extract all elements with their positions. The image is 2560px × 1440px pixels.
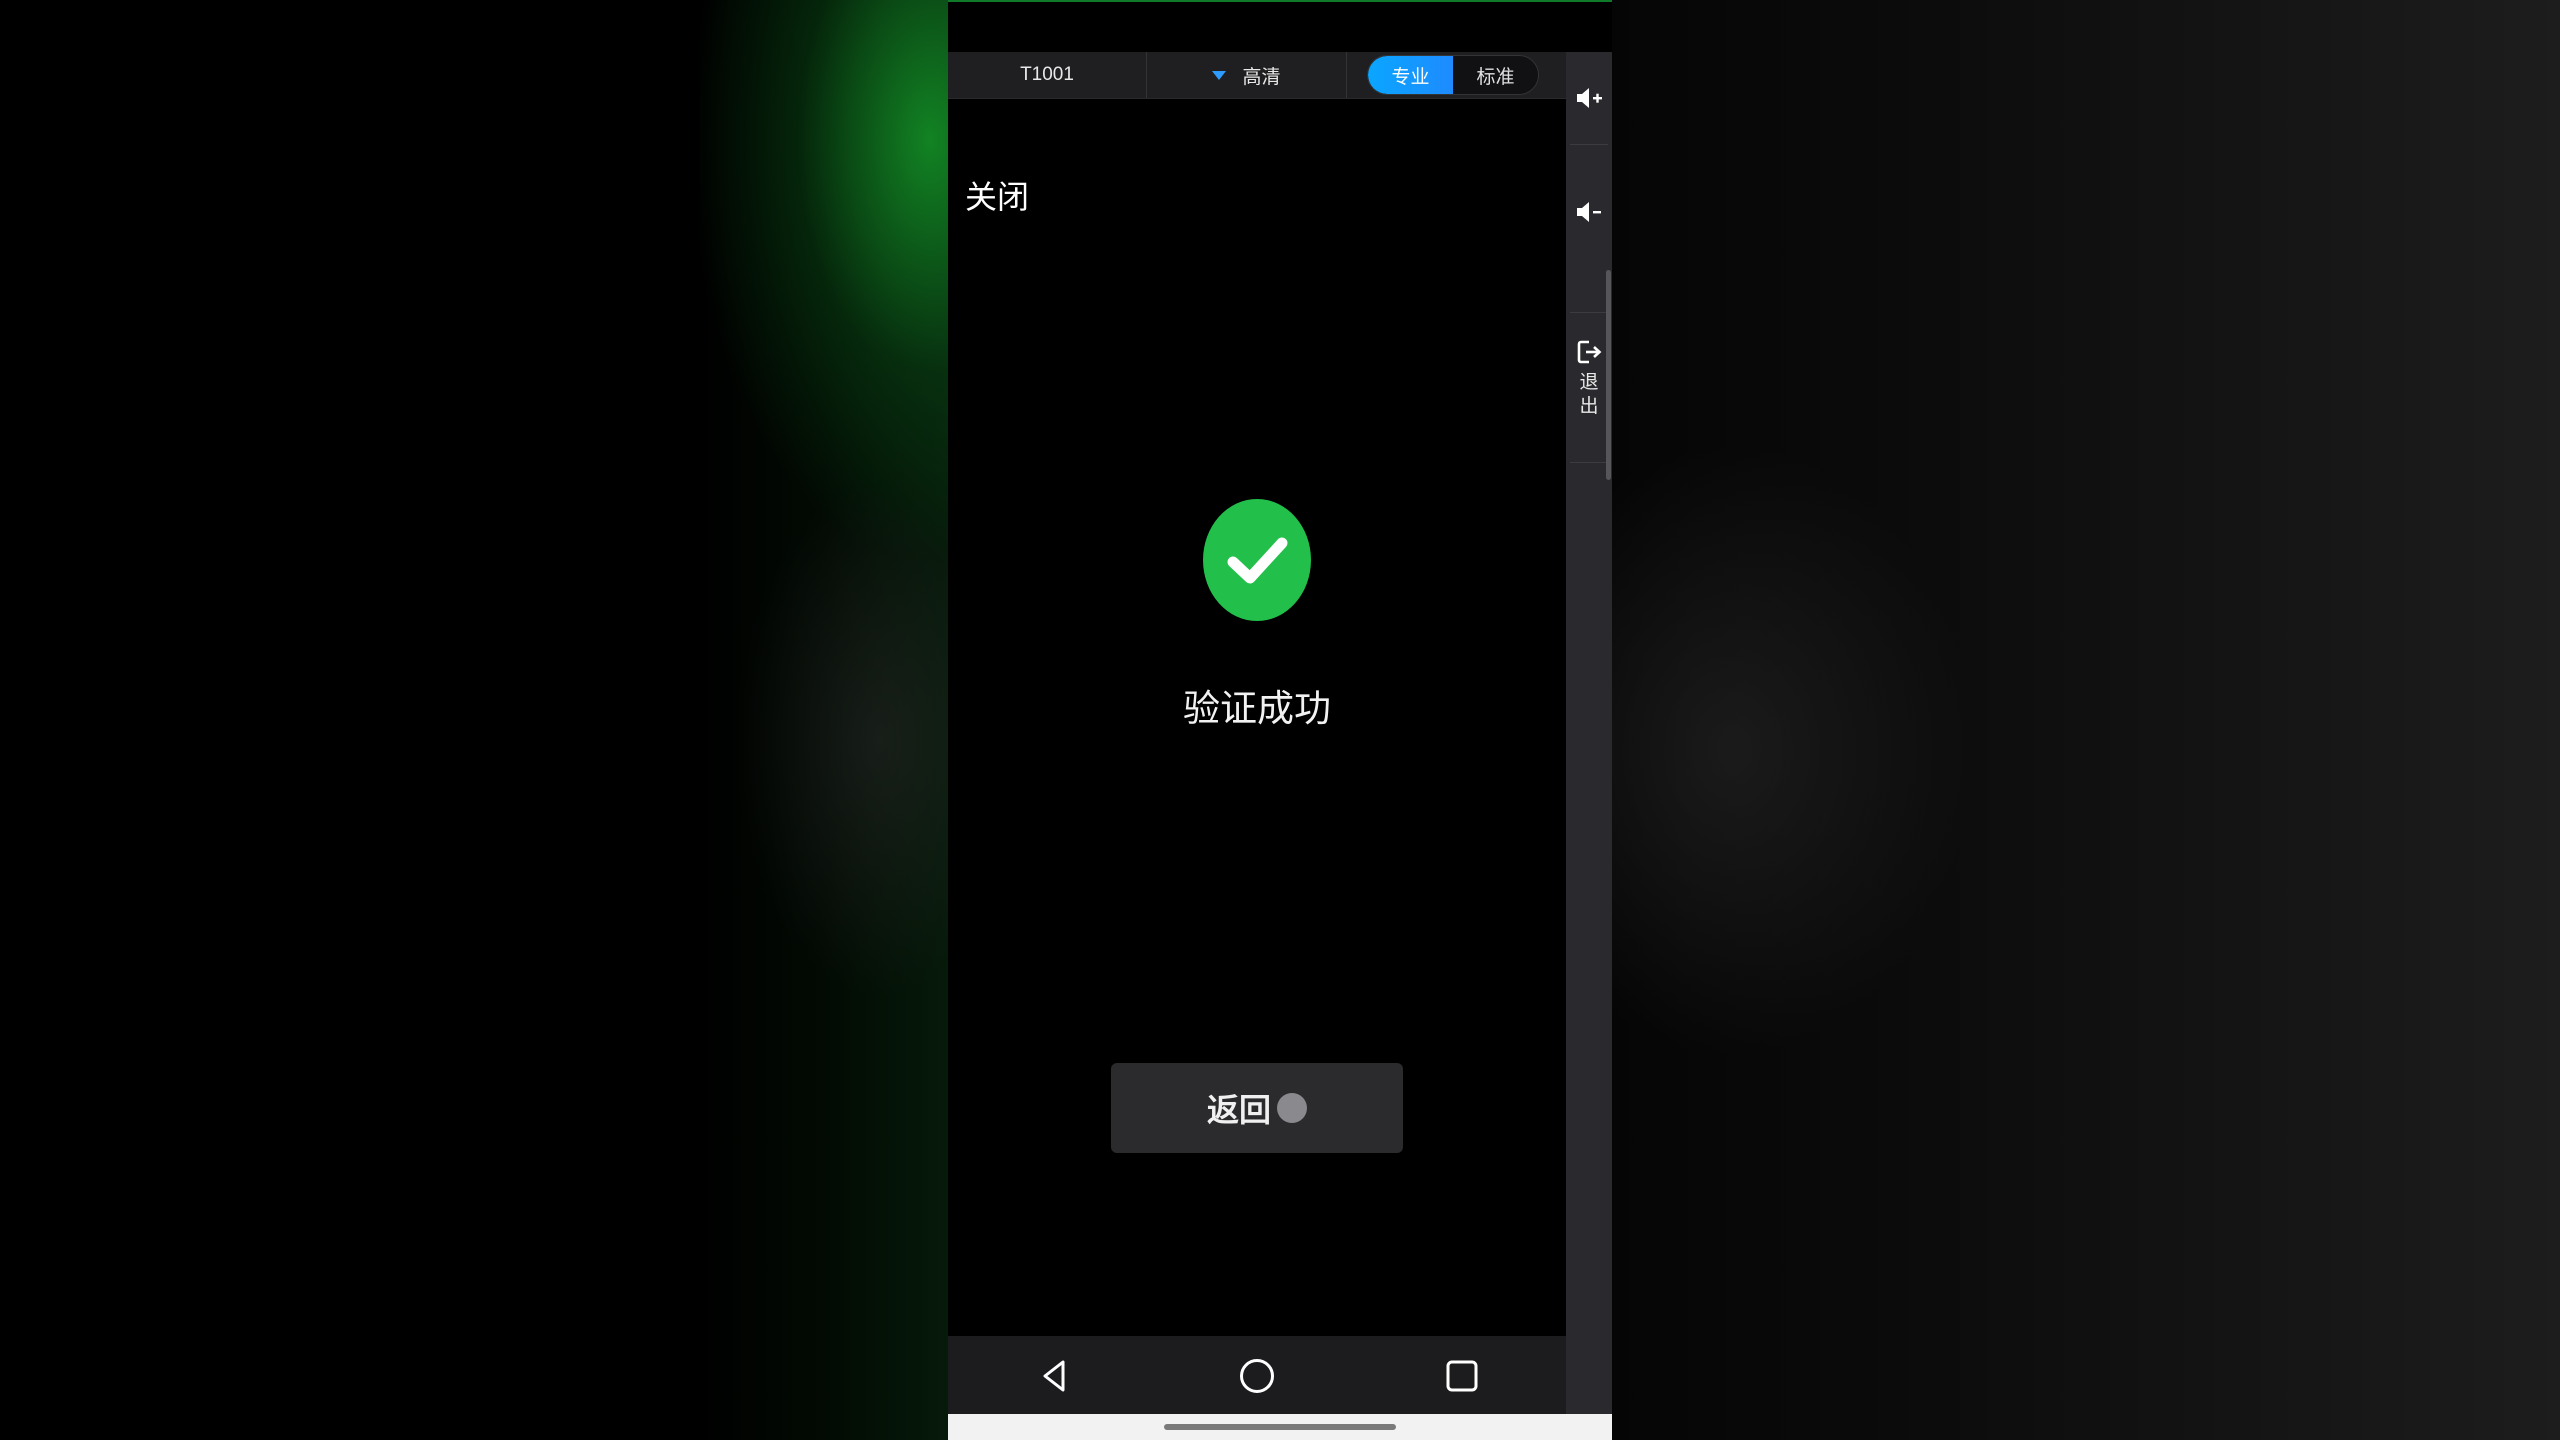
background-glow-right <box>1612 300 2312 1200</box>
circle-home-icon <box>1240 1359 1274 1393</box>
touch-indicator <box>1277 1093 1307 1123</box>
exit-label-line1: 退 <box>1579 371 1599 393</box>
exit-icon <box>1577 340 1602 364</box>
square-recents-icon <box>1446 1360 1478 1392</box>
quality-selector[interactable]: 高清 <box>1147 52 1347 98</box>
check-circle-icon <box>1202 498 1312 622</box>
system-navigation-bar <box>948 1336 1566 1414</box>
home-indicator[interactable] <box>1164 1424 1396 1430</box>
quality-label: 高清 <box>1242 66 1281 88</box>
side-rail: 退 出 <box>1566 52 1612 1414</box>
status-accent-line <box>948 0 1612 2</box>
close-button[interactable]: 关闭 <box>965 172 1029 218</box>
mode-toggle: 专业 标准 <box>1367 55 1539 95</box>
rail-divider <box>1570 312 1608 313</box>
dropdown-triangle-icon <box>1212 70 1227 80</box>
volume-down-button[interactable] <box>1566 190 1612 234</box>
room-id-label: T1001 <box>1020 64 1074 85</box>
mode-option-professional[interactable]: 专业 <box>1368 56 1453 94</box>
volume-up-icon <box>1577 88 1602 108</box>
exit-label-line2: 出 <box>1579 395 1599 417</box>
room-id: T1001 <box>948 52 1147 98</box>
gesture-bar-area <box>948 1414 1612 1440</box>
exit-label: 退 出 <box>1579 370 1599 418</box>
back-button[interactable]: 返回 <box>1111 1063 1403 1153</box>
status-message: 验证成功 <box>1183 687 1331 730</box>
rail-divider <box>1570 462 1608 463</box>
nav-back-button[interactable] <box>1034 1356 1074 1396</box>
volume-down-icon <box>1577 202 1601 222</box>
screen: T1001 高清 专业 标准 退 出 关闭 验证成功 返回 <box>0 0 2560 1440</box>
top-toolbar: T1001 高清 专业 标准 <box>948 52 1566 99</box>
mode-option-standard[interactable]: 标准 <box>1453 56 1538 94</box>
nav-recents-button[interactable] <box>1442 1356 1482 1396</box>
rail-divider <box>1570 144 1608 145</box>
rail-scrollbar[interactable] <box>1606 270 1611 480</box>
nav-home-button[interactable] <box>1237 1356 1277 1396</box>
phone-screen: T1001 高清 专业 标准 退 出 关闭 验证成功 返回 <box>948 0 1612 1440</box>
back-button-label: 返回 <box>1206 1091 1271 1129</box>
volume-up-button[interactable] <box>1566 76 1612 120</box>
triangle-back-icon <box>1043 1360 1065 1392</box>
background-blur-left-lower <box>700 420 948 1120</box>
